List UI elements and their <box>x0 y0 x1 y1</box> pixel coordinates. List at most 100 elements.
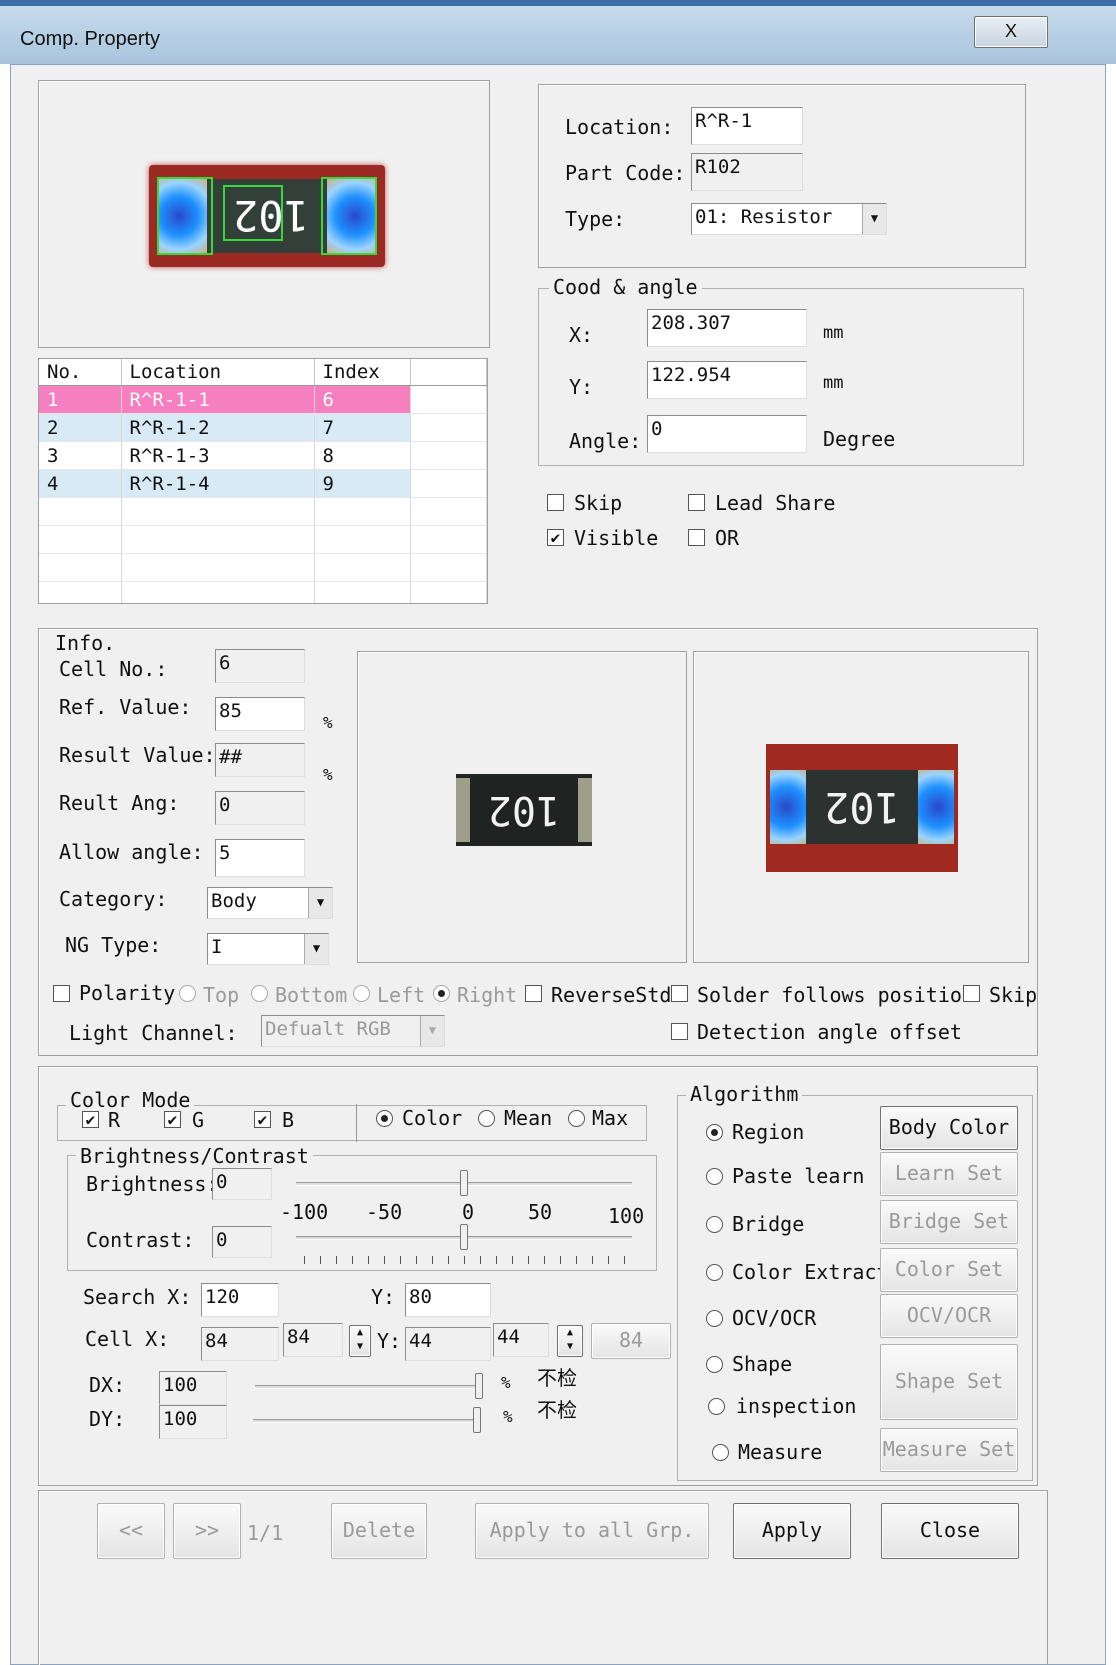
solder-follows-checkbox[interactable] <box>671 985 688 1002</box>
dx-slider-thumb[interactable] <box>475 1373 483 1399</box>
paste-learn-radio[interactable] <box>706 1168 723 1185</box>
ng-type-select[interactable]: I ▼ <box>207 933 329 965</box>
body-color-button[interactable]: Body Color <box>880 1106 1018 1150</box>
detection-angle-label: Detection angle offset <box>697 1020 962 1044</box>
chevron-down-icon[interactable]: ▼ <box>420 1016 444 1046</box>
cell-y-stepper[interactable]: ▲ ▼ <box>557 1325 583 1357</box>
light-channel-select[interactable]: Defualt RGB ▼ <box>261 1015 445 1047</box>
scale-label: 0 <box>462 1200 475 1224</box>
chevron-down-icon[interactable]: ▼ <box>304 934 328 964</box>
learn-set-button[interactable]: Learn Set <box>880 1152 1018 1196</box>
table-row[interactable]: 2 R^R-1-2 7 <box>39 413 487 442</box>
ocv-ocr-radio[interactable] <box>706 1310 723 1327</box>
inspection-radio[interactable] <box>708 1398 725 1415</box>
b-label: B <box>282 1108 295 1132</box>
measure-set-button[interactable]: Measure Set <box>880 1428 1018 1472</box>
ng-type-select-value: I <box>211 936 223 958</box>
table-row[interactable]: 3 R^R-1-3 8 <box>39 441 487 470</box>
angle-label: Angle: <box>569 429 642 453</box>
close-button[interactable]: Close <box>881 1503 1019 1559</box>
polarity-checkbox[interactable] <box>53 985 70 1002</box>
close-window-button[interactable]: X <box>974 16 1048 48</box>
contrast-slider-thumb[interactable] <box>460 1224 468 1250</box>
result-value-field: ## <box>215 743 305 777</box>
contrast-field[interactable]: 0 <box>212 1226 272 1258</box>
r-checkbox[interactable]: ✔ <box>82 1111 99 1128</box>
color-label: Color <box>402 1106 463 1130</box>
visible-checkbox[interactable]: ✔ <box>547 529 564 546</box>
chip-marking: 102 <box>233 191 309 240</box>
dy-slider-track[interactable] <box>253 1419 477 1423</box>
dy-slider-thumb[interactable] <box>473 1407 481 1433</box>
left-radio[interactable] <box>353 985 370 1002</box>
dx-slider-track[interactable] <box>255 1385 479 1389</box>
chevron-down-icon[interactable]: ▼ <box>862 204 886 234</box>
right-radio[interactable] <box>433 985 450 1002</box>
cell-x-spin-field[interactable]: 84 <box>283 1323 343 1357</box>
y-field[interactable]: 122.954 <box>647 361 807 399</box>
cell-location: R^R-1-2 <box>121 413 315 442</box>
max-radio[interactable] <box>568 1110 585 1127</box>
cell-y-spin-field[interactable]: 44 <box>493 1323 549 1357</box>
cell-size-disabled-button[interactable]: 84 <box>591 1323 671 1359</box>
search-y-field[interactable]: 80 <box>405 1283 491 1317</box>
angle-field[interactable]: 0 <box>647 415 807 453</box>
location-field[interactable]: R^R-1 <box>691 107 803 145</box>
measure-radio[interactable] <box>712 1444 729 1461</box>
color-set-button[interactable]: Color Set <box>880 1248 1018 1292</box>
lead-share-label: Lead Share <box>715 491 836 515</box>
lead-share-checkbox[interactable] <box>688 494 705 511</box>
location-table[interactable]: No. Location Index 1 R^R-1-1 6 2 R^R-1-2… <box>38 358 488 604</box>
info-section: Info. Cell No.: 6 Ref. Value: 85 % Resul… <box>38 628 1038 1056</box>
solder-follows-label: Solder follows position <box>697 983 974 1007</box>
current-terminal-right <box>914 770 954 844</box>
bottom-radio[interactable] <box>251 985 268 1002</box>
apply-button[interactable]: Apply <box>733 1503 851 1559</box>
next-button[interactable]: >> <box>173 1503 241 1559</box>
cell-x-stepper[interactable]: ▲ ▼ <box>349 1325 371 1357</box>
detection-angle-checkbox[interactable] <box>671 1023 688 1040</box>
chevron-down-icon[interactable]: ▼ <box>308 888 332 918</box>
x-field[interactable]: 208.307 <box>647 309 807 347</box>
region-radio[interactable] <box>706 1124 723 1141</box>
skip-checkbox[interactable] <box>547 494 564 511</box>
category-select[interactable]: Body ▼ <box>207 887 333 919</box>
part-code-field: R102 <box>691 153 803 191</box>
or-checkbox[interactable] <box>688 529 705 546</box>
apply-all-button[interactable]: Apply to all Grp. <box>475 1503 709 1559</box>
type-select-value: 01: Resistor <box>695 206 833 228</box>
allow-angle-field[interactable]: 5 <box>215 839 305 877</box>
ref-value-field[interactable]: 85 <box>215 697 305 731</box>
bridge-radio[interactable] <box>706 1216 723 1233</box>
table-row[interactable]: 4 R^R-1-4 9 <box>39 469 487 498</box>
scale-label: -50 <box>366 1200 403 1224</box>
cell-index: 9 <box>314 469 411 498</box>
template-image-panel: 102 <box>357 651 687 963</box>
ocv-ocr-button[interactable]: OCV/OCR <box>880 1294 1018 1338</box>
g-checkbox[interactable]: ✔ <box>164 1111 181 1128</box>
brightness-slider-thumb[interactable] <box>460 1170 468 1196</box>
b-checkbox[interactable]: ✔ <box>254 1111 271 1128</box>
mean-radio[interactable] <box>478 1110 495 1127</box>
reverse-std-checkbox[interactable] <box>525 985 542 1002</box>
cell-y-field: 44 <box>405 1327 491 1361</box>
delete-button[interactable]: Delete <box>331 1503 427 1559</box>
search-x-field[interactable]: 120 <box>201 1283 279 1317</box>
type-select[interactable]: 01: Resistor ▼ <box>691 203 887 235</box>
ref-value-label: Ref. Value: <box>59 695 192 719</box>
prev-button[interactable]: << <box>97 1503 165 1559</box>
cell-y-label: Y: <box>377 1329 402 1353</box>
cell-index: 8 <box>314 441 411 470</box>
header-index[interactable]: Index <box>314 359 411 386</box>
brightness-field[interactable]: 0 <box>212 1168 272 1200</box>
color-radio[interactable] <box>376 1110 393 1127</box>
header-no[interactable]: No. <box>39 359 122 386</box>
shape-radio[interactable] <box>706 1356 723 1373</box>
skip2-checkbox[interactable] <box>963 985 980 1002</box>
table-row[interactable]: 1 R^R-1-1 6 <box>39 385 487 414</box>
bridge-set-button[interactable]: Bridge Set <box>880 1200 1018 1244</box>
header-location[interactable]: Location <box>121 359 315 386</box>
shape-set-button[interactable]: Shape Set <box>880 1344 1018 1420</box>
color-extract-radio[interactable] <box>706 1264 723 1281</box>
top-radio[interactable] <box>179 985 196 1002</box>
